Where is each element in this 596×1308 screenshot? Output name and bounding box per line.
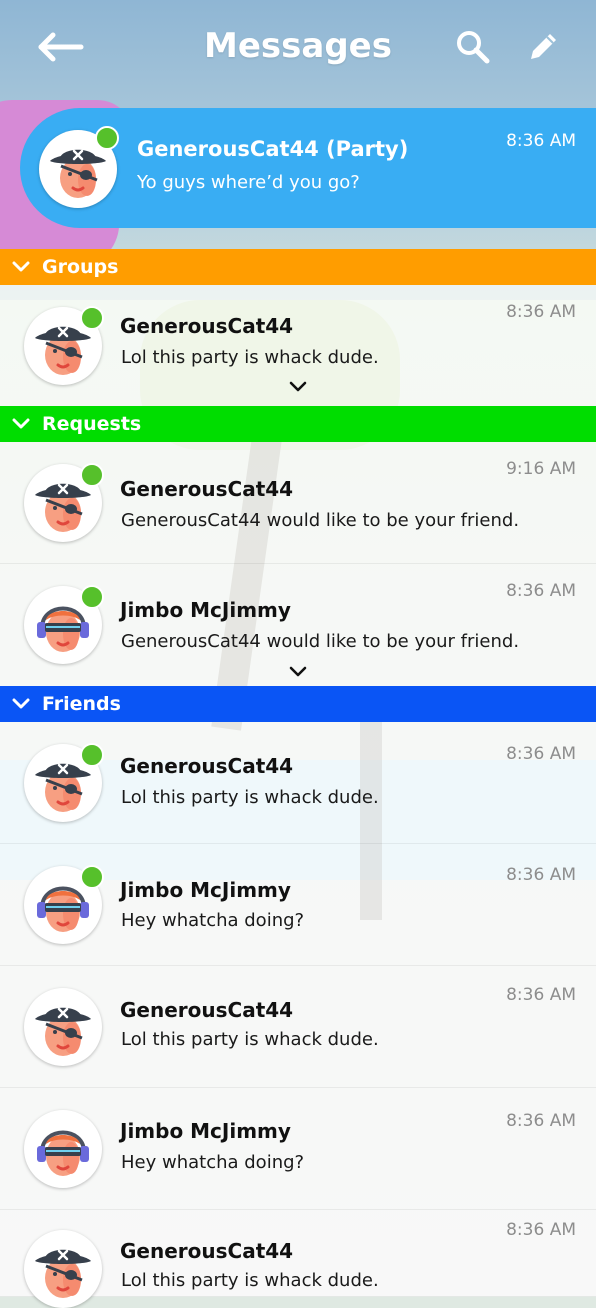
conversation-name: GenerousCat44: [120, 998, 294, 1022]
section-requests[interactable]: Requests: [0, 406, 596, 442]
list-item[interactable]: GenerousCat44 Lol this party is whack du…: [0, 722, 596, 844]
list-item[interactable]: GenerousCat44 Lol this party is whack du…: [0, 285, 596, 407]
chevron-down-icon: [0, 698, 42, 710]
expand-more-button[interactable]: [285, 663, 311, 681]
conversation-preview: Lol this party is whack dude.: [121, 1029, 379, 1050]
conversation-time: 8:36 AM: [506, 1220, 576, 1240]
conversation-preview: GenerousCat44 would like to be your frie…: [121, 510, 520, 531]
conversation-time: 9:16 AM: [506, 459, 576, 479]
conversation-preview: Hey whatcha doing?: [121, 1152, 305, 1173]
list-item[interactable]: Jimbo McJimmy Hey whatcha doing? 8:36 AM: [0, 1088, 596, 1210]
conversation-name: GenerousCat44: [120, 1239, 294, 1263]
conversation-preview: Hey whatcha doing?: [121, 910, 305, 931]
online-indicator: [80, 585, 104, 609]
chevron-down-icon: [0, 418, 42, 430]
party-conversation[interactable]: GenerousCat44 (Party) Yo guys where’d yo…: [20, 108, 596, 228]
expand-more-button[interactable]: [285, 378, 311, 396]
conversation-name: GenerousCat44: [120, 314, 294, 338]
conversation-name: GenerousCat44 (Party): [137, 137, 409, 161]
compose-button[interactable]: [518, 22, 568, 72]
conversation-name: Jimbo McJimmy: [120, 1119, 291, 1143]
conversation-preview: Lol this party is whack dude.: [121, 1270, 379, 1291]
avatar: [24, 988, 102, 1066]
section-label: Groups: [42, 256, 119, 278]
list-item[interactable]: GenerousCat44 Lol this party is whack du…: [0, 966, 596, 1088]
online-indicator: [80, 865, 104, 889]
section-groups[interactable]: Groups: [0, 249, 596, 285]
conversation-time: 8:36 AM: [506, 581, 576, 601]
list-item[interactable]: GenerousCat44 GenerousCat44 would like t…: [0, 442, 596, 564]
list-item[interactable]: GenerousCat44 Lol this party is whack du…: [0, 1210, 596, 1308]
pirate-avatar-icon: [35, 1249, 91, 1298]
conversation-name: GenerousCat44: [120, 754, 294, 778]
conversation-preview: Yo guys where’d you go?: [137, 172, 360, 193]
conversation-name: Jimbo McJimmy: [120, 598, 291, 622]
conversation-preview: GenerousCat44 would like to be your frie…: [121, 631, 520, 652]
chevron-down-icon: [289, 666, 307, 677]
section-friends[interactable]: Friends: [0, 686, 596, 722]
conversation-time: 8:36 AM: [506, 131, 576, 151]
chevron-down-icon: [0, 261, 42, 273]
conversation-preview: Lol this party is whack dude.: [121, 347, 379, 368]
list-item[interactable]: Jimbo McJimmy Hey whatcha doing? 8:36 AM: [0, 844, 596, 966]
avatar: [24, 1230, 102, 1308]
online-indicator: [80, 463, 104, 487]
header: Messages: [0, 0, 596, 96]
section-label: Requests: [42, 413, 142, 435]
chevron-down-icon: [289, 381, 307, 392]
pencil-icon: [531, 34, 556, 59]
page-title: Messages: [204, 26, 392, 66]
section-label: Friends: [42, 693, 121, 715]
online-indicator: [80, 743, 104, 767]
conversation-time: 8:36 AM: [506, 865, 576, 885]
list-item[interactable]: Jimbo McJimmy GenerousCat44 would like t…: [0, 564, 596, 687]
search-button[interactable]: [448, 22, 498, 72]
conversation-time: 8:36 AM: [506, 1111, 576, 1131]
online-indicator: [95, 126, 119, 150]
pirate-avatar-icon: [35, 1007, 91, 1056]
headphones-avatar-icon: [37, 1130, 89, 1176]
conversation-name: GenerousCat44: [120, 477, 294, 501]
conversation-preview: Lol this party is whack dude.: [121, 787, 379, 808]
conversation-time: 8:36 AM: [506, 302, 576, 322]
search-icon: [457, 31, 490, 64]
online-indicator: [80, 306, 104, 330]
conversation-time: 8:36 AM: [506, 744, 576, 764]
conversation-name: Jimbo McJimmy: [120, 878, 291, 902]
avatar: [24, 1110, 102, 1188]
conversation-time: 8:36 AM: [506, 985, 576, 1005]
